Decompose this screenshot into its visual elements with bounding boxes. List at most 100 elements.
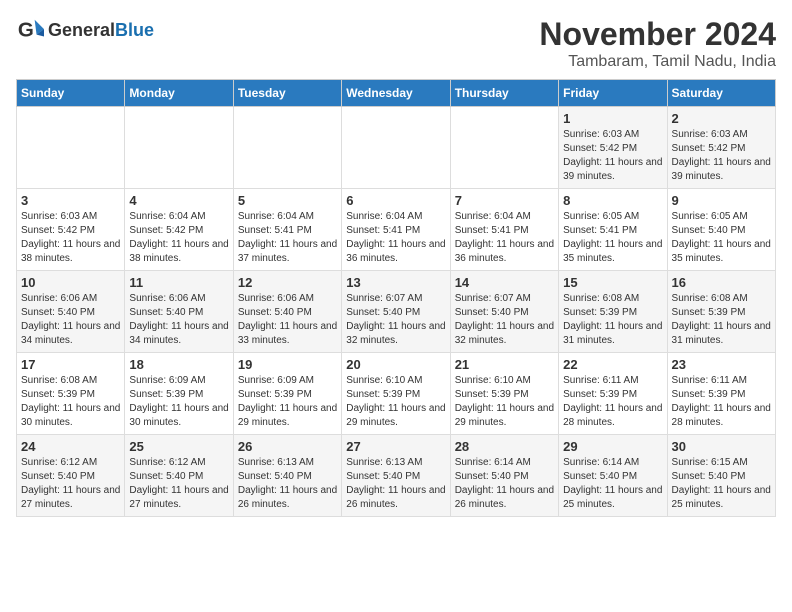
calendar-cell xyxy=(450,107,558,189)
logo-text: GeneralBlue xyxy=(48,20,154,41)
day-number: 26 xyxy=(238,439,337,454)
day-info: Sunrise: 6:14 AM Sunset: 5:40 PM Dayligh… xyxy=(563,457,662,510)
calendar-cell xyxy=(17,107,125,189)
day-number: 24 xyxy=(21,439,120,454)
header: G GeneralBlue November 2024 Tambaram, Ta… xyxy=(16,16,776,71)
day-info: Sunrise: 6:06 AM Sunset: 5:40 PM Dayligh… xyxy=(21,293,120,346)
calendar-cell: 14Sunrise: 6:07 AM Sunset: 5:40 PM Dayli… xyxy=(450,271,558,353)
calendar-cell: 30 Sunrise: 6:15 AM Sunset: 5:40 PM Dayli… xyxy=(667,435,775,517)
day-number: 9 xyxy=(672,193,771,208)
day-number: 21 xyxy=(455,357,554,372)
day-info: Sunrise: 6:10 AM Sunset: 5:39 PM Dayligh… xyxy=(455,375,554,428)
calendar-cell: 5 Sunrise: 6:04 AM Sunset: 5:41 PM Daylig… xyxy=(233,189,341,271)
day-number: 22 xyxy=(563,357,662,372)
calendar-week-row: 1 Sunrise: 6:03 AM Sunset: 5:42 PM Daylig… xyxy=(17,107,776,189)
location-title: Tambaram, Tamil Nadu, India xyxy=(539,53,776,71)
day-number: 16 xyxy=(672,275,771,290)
day-info: Sunrise: 6:12 AM Sunset: 5:40 PM Dayligh… xyxy=(21,457,120,510)
calendar-cell: 4 Sunrise: 6:04 AM Sunset: 5:42 PM Daylig… xyxy=(125,189,233,271)
day-number: 28 xyxy=(455,439,554,454)
day-number: 17 xyxy=(21,357,120,372)
day-info: Sunrise: 6:14 AM Sunset: 5:40 PM Dayligh… xyxy=(455,457,554,510)
day-info: Sunrise: 6:08 AM Sunset: 5:39 PM Dayligh… xyxy=(672,293,771,346)
day-info: Sunrise: 6:11 AM Sunset: 5:39 PM Dayligh… xyxy=(563,375,662,428)
day-info: Sunrise: 6:03 AM Sunset: 5:42 PM Dayligh… xyxy=(672,129,771,182)
day-number: 7 xyxy=(455,193,554,208)
weekday-header: Friday xyxy=(559,80,667,107)
weekday-header: Saturday xyxy=(667,80,775,107)
calendar-cell: 28 Sunrise: 6:14 AM Sunset: 5:40 PM Dayli… xyxy=(450,435,558,517)
weekday-header: Sunday xyxy=(17,80,125,107)
day-info: Sunrise: 6:15 AM Sunset: 5:40 PM Dayligh… xyxy=(672,457,771,510)
calendar-cell: 19Sunrise: 6:09 AM Sunset: 5:39 PM Dayli… xyxy=(233,353,341,435)
calendar-cell xyxy=(342,107,450,189)
calendar-week-row: 3 Sunrise: 6:03 AM Sunset: 5:42 PM Daylig… xyxy=(17,189,776,271)
day-info: Sunrise: 6:04 AM Sunset: 5:41 PM Dayligh… xyxy=(346,211,445,264)
day-info: Sunrise: 6:09 AM Sunset: 5:39 PM Dayligh… xyxy=(238,375,337,428)
day-number: 23 xyxy=(672,357,771,372)
calendar-cell: 27 Sunrise: 6:13 AM Sunset: 5:40 PM Dayli… xyxy=(342,435,450,517)
day-number: 27 xyxy=(346,439,445,454)
calendar-cell: 10 Sunrise: 6:06 AM Sunset: 5:40 PM Dayli… xyxy=(17,271,125,353)
day-info: Sunrise: 6:08 AM Sunset: 5:39 PM Dayligh… xyxy=(563,293,662,346)
calendar-table: SundayMondayTuesdayWednesdayThursdayFrid… xyxy=(16,79,776,517)
calendar-cell: 1 Sunrise: 6:03 AM Sunset: 5:42 PM Daylig… xyxy=(559,107,667,189)
day-number: 6 xyxy=(346,193,445,208)
weekday-header: Thursday xyxy=(450,80,558,107)
day-number: 30 xyxy=(672,439,771,454)
day-number: 12 xyxy=(238,275,337,290)
day-info: Sunrise: 6:06 AM Sunset: 5:40 PM Dayligh… xyxy=(238,293,337,346)
day-number: 25 xyxy=(129,439,228,454)
day-number: 5 xyxy=(238,193,337,208)
day-info: Sunrise: 6:11 AM Sunset: 5:39 PM Dayligh… xyxy=(672,375,771,428)
day-number: 1 xyxy=(563,111,662,126)
calendar-cell: 18 Sunrise: 6:09 AM Sunset: 5:39 PM Dayli… xyxy=(125,353,233,435)
day-info: Sunrise: 6:09 AM Sunset: 5:39 PM Dayligh… xyxy=(129,375,228,428)
calendar-cell: 22 Sunrise: 6:11 AM Sunset: 5:39 PM Dayli… xyxy=(559,353,667,435)
day-info: Sunrise: 6:04 AM Sunset: 5:42 PM Dayligh… xyxy=(129,211,228,264)
logo-icon: G xyxy=(16,16,44,44)
calendar-cell: 13Sunrise: 6:07 AM Sunset: 5:40 PM Dayli… xyxy=(342,271,450,353)
day-info: Sunrise: 6:05 AM Sunset: 5:40 PM Dayligh… xyxy=(672,211,771,264)
day-number: 15 xyxy=(563,275,662,290)
calendar-week-row: 10 Sunrise: 6:06 AM Sunset: 5:40 PM Dayli… xyxy=(17,271,776,353)
day-number: 18 xyxy=(129,357,228,372)
day-number: 20 xyxy=(346,357,445,372)
weekday-header: Monday xyxy=(125,80,233,107)
calendar-cell: 23 Sunrise: 6:11 AM Sunset: 5:39 PM Dayli… xyxy=(667,353,775,435)
day-info: Sunrise: 6:08 AM Sunset: 5:39 PM Dayligh… xyxy=(21,375,120,428)
day-info: Sunrise: 6:06 AM Sunset: 5:40 PM Dayligh… xyxy=(129,293,228,346)
calendar-cell: 17 Sunrise: 6:08 AM Sunset: 5:39 PM Dayli… xyxy=(17,353,125,435)
day-number: 14 xyxy=(455,275,554,290)
day-number: 2 xyxy=(672,111,771,126)
calendar-cell: 8Sunrise: 6:05 AM Sunset: 5:41 PM Daylig… xyxy=(559,189,667,271)
calendar-cell: 15 Sunrise: 6:08 AM Sunset: 5:39 PM Dayli… xyxy=(559,271,667,353)
calendar-header: SundayMondayTuesdayWednesdayThursdayFrid… xyxy=(17,80,776,107)
day-number: 11 xyxy=(129,275,228,290)
calendar-cell: 26Sunrise: 6:13 AM Sunset: 5:40 PM Dayli… xyxy=(233,435,341,517)
day-info: Sunrise: 6:10 AM Sunset: 5:39 PM Dayligh… xyxy=(346,375,445,428)
calendar-cell: 29 Sunrise: 6:14 AM Sunset: 5:40 PM Dayli… xyxy=(559,435,667,517)
header-row: SundayMondayTuesdayWednesdayThursdayFrid… xyxy=(17,80,776,107)
day-info: Sunrise: 6:04 AM Sunset: 5:41 PM Dayligh… xyxy=(238,211,337,264)
day-info: Sunrise: 6:05 AM Sunset: 5:41 PM Dayligh… xyxy=(563,211,662,264)
day-info: Sunrise: 6:03 AM Sunset: 5:42 PM Dayligh… xyxy=(563,129,662,182)
weekday-header: Tuesday xyxy=(233,80,341,107)
weekday-header: Wednesday xyxy=(342,80,450,107)
calendar-cell: 25 Sunrise: 6:12 AM Sunset: 5:40 PM Dayli… xyxy=(125,435,233,517)
calendar-week-row: 24 Sunrise: 6:12 AM Sunset: 5:40 PM Dayli… xyxy=(17,435,776,517)
title-area: November 2024 Tambaram, Tamil Nadu, Indi… xyxy=(539,16,776,71)
calendar-cell: 24 Sunrise: 6:12 AM Sunset: 5:40 PM Dayli… xyxy=(17,435,125,517)
day-info: Sunrise: 6:03 AM Sunset: 5:42 PM Dayligh… xyxy=(21,211,120,264)
day-info: Sunrise: 6:12 AM Sunset: 5:40 PM Dayligh… xyxy=(129,457,228,510)
day-number: 10 xyxy=(21,275,120,290)
calendar-cell: 20 Sunrise: 6:10 AM Sunset: 5:39 PM Dayli… xyxy=(342,353,450,435)
calendar-cell: 3 Sunrise: 6:03 AM Sunset: 5:42 PM Daylig… xyxy=(17,189,125,271)
calendar-cell: 6 Sunrise: 6:04 AM Sunset: 5:41 PM Daylig… xyxy=(342,189,450,271)
day-info: Sunrise: 6:07 AM Sunset: 5:40 PM Dayligh… xyxy=(346,293,445,346)
day-number: 29 xyxy=(563,439,662,454)
day-number: 3 xyxy=(21,193,120,208)
day-number: 4 xyxy=(129,193,228,208)
calendar-cell xyxy=(233,107,341,189)
day-info: Sunrise: 6:13 AM Sunset: 5:40 PM Dayligh… xyxy=(346,457,445,510)
